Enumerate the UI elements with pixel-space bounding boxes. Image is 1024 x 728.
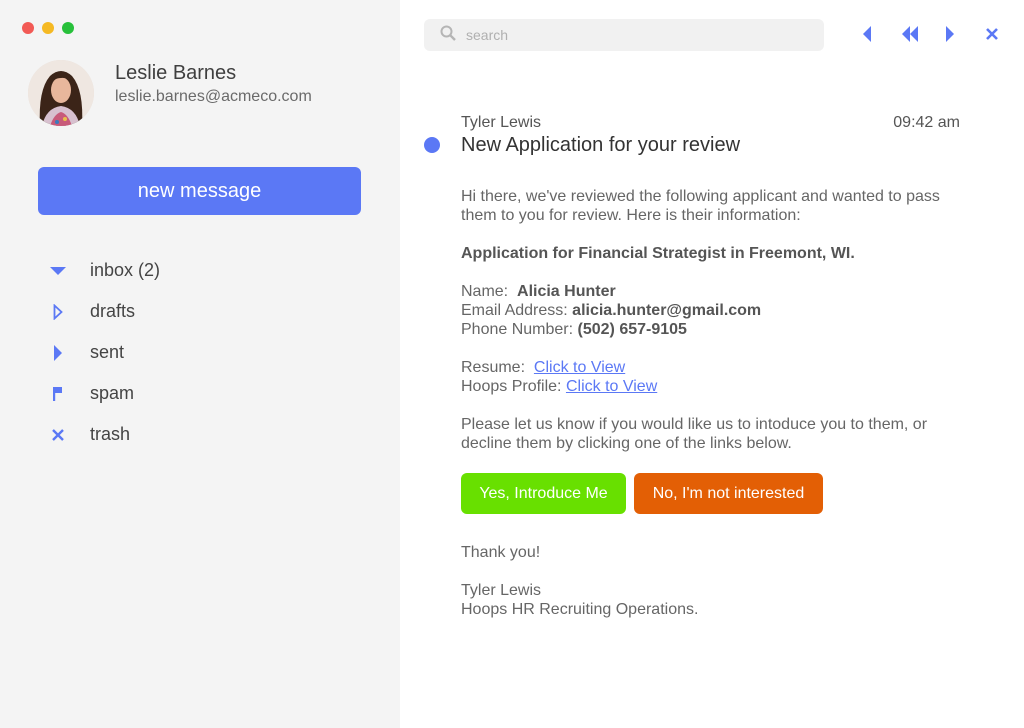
forward-button[interactable] — [939, 25, 961, 47]
sidebar-item-label: inbox (2) — [90, 260, 161, 280]
signature-name: Tyler Lewis — [461, 582, 542, 599]
reply-all-button[interactable] — [899, 25, 921, 47]
close-icon — [986, 27, 998, 45]
maximize-window-button[interactable] — [62, 22, 74, 34]
sidebar: Leslie Barnes leslie.barnes@acmeco.com n… — [0, 0, 400, 728]
message-intro: Hi there, we've reviewed the following a… — [461, 188, 940, 224]
close-window-button[interactable] — [22, 22, 34, 34]
applicant-name: Alicia Hunter — [517, 283, 616, 300]
action-buttons: Yes, Introduce Me No, I'm not interested — [461, 473, 971, 514]
application-title: Application for Financial Strategist in … — [461, 245, 855, 262]
sidebar-item-label: trash — [90, 424, 131, 444]
search-icon — [440, 25, 456, 46]
applicant-email: alicia.hunter@gmail.com — [572, 302, 762, 319]
name-label: Name: — [461, 283, 509, 300]
close-message-button[interactable] — [981, 25, 1003, 47]
sidebar-item-spam[interactable]: spam — [48, 373, 348, 414]
minimize-window-button[interactable] — [42, 22, 54, 34]
profile-link[interactable]: Click to View — [566, 378, 657, 395]
search-bar[interactable] — [424, 19, 824, 51]
resume-label: Resume: — [461, 359, 526, 376]
email-label: Email Address: — [461, 302, 568, 319]
applicant-name-row: Name: Alicia Hunter — [461, 282, 971, 301]
resume-link[interactable]: Click to View — [534, 359, 625, 376]
user-email: leslie.barnes@acmeco.com — [115, 88, 312, 105]
sidebar-item-sent[interactable]: sent — [48, 332, 348, 373]
decline-button[interactable]: No, I'm not interested — [634, 473, 823, 514]
signature-org: Hoops HR Recruiting Operations. — [461, 601, 699, 618]
applicant-phone-row: Phone Number: (502) 657-9105 — [461, 320, 971, 339]
window-controls — [22, 22, 74, 34]
accept-introduction-button[interactable]: Yes, Introduce Me — [461, 473, 626, 514]
user-name: Leslie Barnes — [115, 62, 237, 84]
sidebar-item-label: drafts — [90, 301, 136, 321]
applicant-phone: (502) 657-9105 — [577, 321, 687, 338]
search-input[interactable] — [466, 27, 806, 43]
message-body: Hi there, we've reviewed the following a… — [461, 187, 971, 619]
triangle-right-icon — [48, 343, 68, 363]
profile-row: Hoops Profile: Click to View — [461, 377, 971, 396]
sidebar-item-label: spam — [90, 383, 135, 403]
reply-all-icon — [901, 25, 919, 47]
triangle-right-outline-icon — [48, 302, 68, 322]
folder-list: inbox (2) drafts sent spam trash — [48, 250, 348, 455]
resume-row: Resume: Click to View — [461, 358, 971, 377]
message-subject: New Application for your review — [461, 134, 741, 156]
applicant-email-row: Email Address: alicia.hunter@gmail.com — [461, 301, 971, 320]
reply-icon — [862, 25, 872, 47]
flag-icon — [48, 384, 68, 404]
message-time: 09:42 am — [893, 114, 960, 131]
unread-indicator — [424, 137, 440, 153]
reply-button[interactable] — [856, 25, 878, 47]
sidebar-item-inbox[interactable]: inbox (2) — [48, 250, 348, 291]
sidebar-item-label: sent — [90, 342, 125, 362]
sidebar-item-drafts[interactable]: drafts — [48, 291, 348, 332]
message-request: Please let us know if you would like us … — [461, 416, 928, 452]
forward-icon — [945, 25, 955, 47]
avatar — [28, 60, 94, 126]
message-closing: Thank you! — [461, 544, 541, 561]
x-icon — [48, 425, 68, 445]
phone-label: Phone Number: — [461, 321, 574, 338]
new-message-button[interactable]: new message — [38, 167, 361, 215]
sidebar-item-trash[interactable]: trash — [48, 414, 348, 455]
profile-label: Hoops Profile: — [461, 378, 562, 395]
triangle-down-icon — [48, 261, 68, 281]
message-sender: Tyler Lewis — [461, 114, 542, 131]
message-pane: Tyler Lewis 09:42 am New Application for… — [400, 0, 1024, 728]
